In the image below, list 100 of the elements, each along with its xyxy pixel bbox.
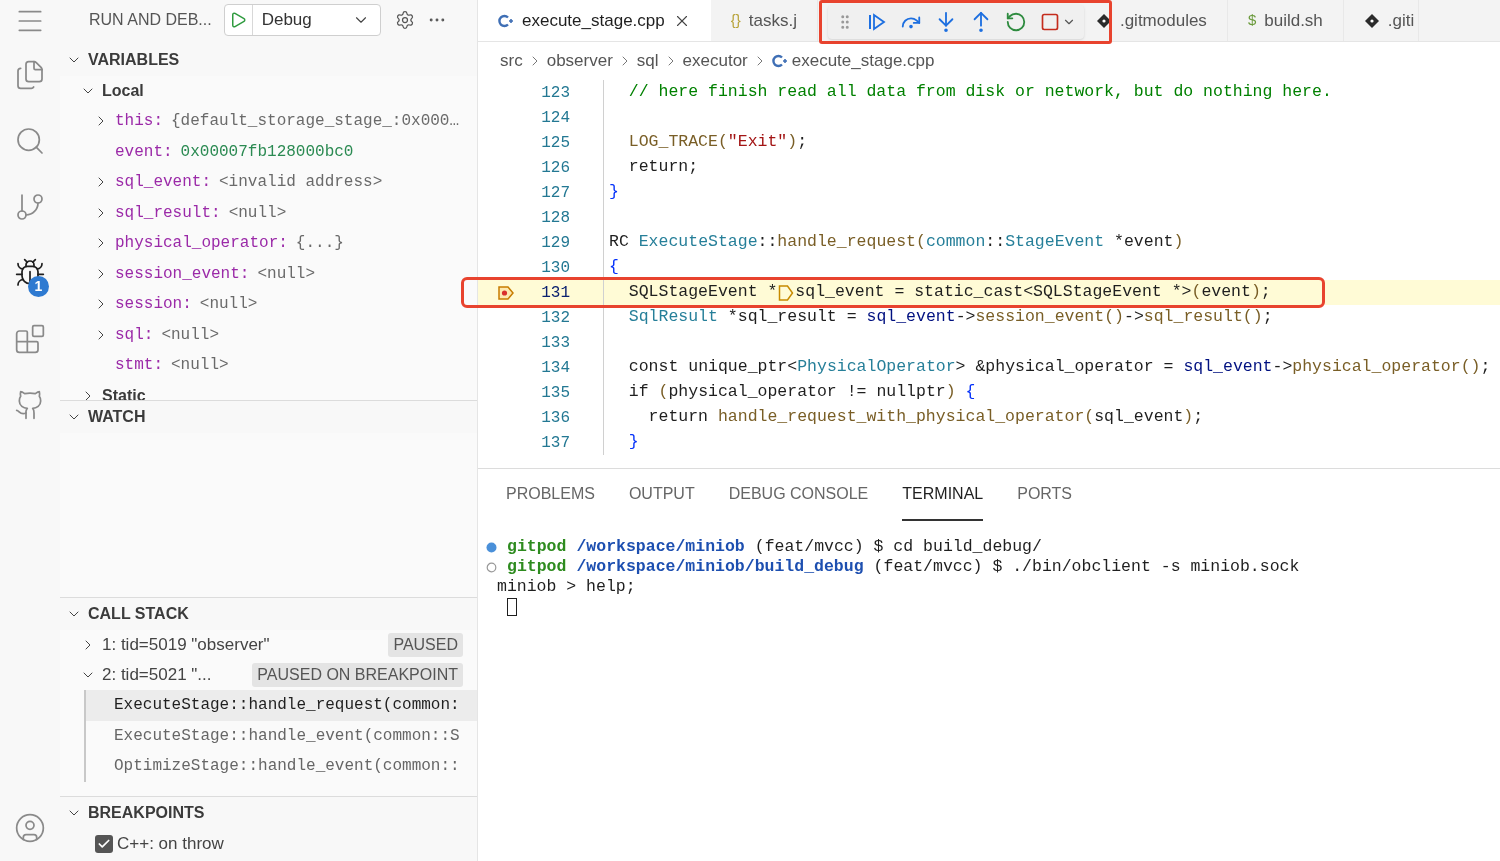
variable-value: {...} xyxy=(295,233,344,255)
view-title: RUN AND DEB... xyxy=(89,10,212,30)
panel-tab[interactable]: PORTS xyxy=(1017,469,1073,521)
files-icon[interactable] xyxy=(14,59,46,91)
debug-config-select[interactable]: Debug xyxy=(223,4,381,36)
status-dot-icon[interactable] xyxy=(486,541,497,553)
stack-frame[interactable]: ExecuteStage::handle_request(common: xyxy=(86,690,477,721)
panel-tab[interactable]: PROBLEMS xyxy=(506,469,595,521)
variable-value: <invalid address> xyxy=(219,172,383,194)
line-number: 136 xyxy=(540,407,570,429)
code-line: return; xyxy=(627,156,699,179)
variable-value: <null> xyxy=(257,263,316,285)
thread-label[interactable]: 2: tid=5021 "... xyxy=(102,662,212,688)
variable-name[interactable]: sql: xyxy=(115,322,154,347)
panel-tab[interactable]: OUTPUT xyxy=(628,469,695,521)
variable-value: 0x00007fb128000bc0 xyxy=(180,141,354,163)
line-number: 124 xyxy=(540,107,570,129)
code-line: if (physical_operator != nullptr) { xyxy=(627,381,976,404)
code-line: } xyxy=(609,181,619,204)
terminal-user: gitpod xyxy=(507,535,568,558)
line-number: 133 xyxy=(540,332,570,354)
line-number: 123 xyxy=(540,82,570,104)
code-line: SqlResult *sql_result = sql_event->session_event()->sql_result(); xyxy=(627,306,1273,329)
file-type-icon: $ xyxy=(1247,9,1257,32)
restart-icon[interactable] xyxy=(1005,11,1027,33)
line-number: 132 xyxy=(540,307,570,329)
line-number: 135 xyxy=(540,382,570,404)
code-line: } xyxy=(627,431,639,454)
continue-icon[interactable] xyxy=(867,12,887,32)
bug-icon[interactable] xyxy=(14,257,46,289)
line-number: 125 xyxy=(540,132,570,154)
breadcrumb-item[interactable]: sql xyxy=(636,48,659,74)
code-line: SQLStageEvent * xyxy=(627,281,778,304)
breadcrumb-item[interactable]: executor xyxy=(682,48,748,74)
section-header[interactable]: WATCH xyxy=(88,405,146,429)
section-header[interactable]: VARIABLES xyxy=(88,48,180,72)
panel-tab[interactable]: DEBUG CONSOLE xyxy=(728,469,869,521)
code-line: return handle_request_with_physical_operator(sql_event); xyxy=(647,406,1204,429)
line-number: 128 xyxy=(540,207,570,229)
line-number: 130 xyxy=(540,257,570,279)
variable-name[interactable]: session_event: xyxy=(115,261,250,286)
settings-icon[interactable] xyxy=(394,10,415,30)
stop-icon[interactable] xyxy=(1040,12,1060,32)
code-line: { xyxy=(609,256,619,279)
variable-name[interactable]: event: xyxy=(115,139,173,164)
variable-name[interactable]: stmt: xyxy=(115,353,163,378)
cpp-file-icon xyxy=(771,53,788,69)
blocks-icon[interactable] xyxy=(14,323,46,355)
account-icon[interactable] xyxy=(14,812,46,844)
inline-breakpoint-icon[interactable] xyxy=(778,283,795,302)
scope-label[interactable]: Local xyxy=(102,79,144,103)
code-line: sql_event = static_cast<SQLStageEvent *>(event); xyxy=(795,281,1271,304)
terminal-user: gitpod xyxy=(507,555,568,578)
terminal-text: miniob > help; xyxy=(497,575,636,598)
scope-label[interactable]: Static xyxy=(102,383,146,400)
breakpoint-arrow-icon[interactable] xyxy=(497,283,515,302)
status-tag: PAUSED xyxy=(388,633,463,657)
variable-value: <null> xyxy=(161,324,219,346)
breadcrumb-item[interactable]: observer xyxy=(546,48,613,74)
variable-value: <null> xyxy=(228,202,287,224)
variable-name[interactable]: sql_result: xyxy=(115,200,221,225)
section-header[interactable]: BREAKPOINTS xyxy=(88,801,205,825)
code-line: RC ExecuteStage::handle_request(common::StageEvent *event) xyxy=(609,231,1184,254)
variable-name[interactable]: sql_event: xyxy=(115,170,211,195)
terminal-path: /workspace/miniob xyxy=(576,535,745,558)
thread-label[interactable]: 1: tid=5019 "observer" xyxy=(102,632,270,658)
play-icon[interactable] xyxy=(229,11,248,29)
variable-name[interactable]: this: xyxy=(115,109,163,134)
status-tag: PAUSED ON BREAKPOINT xyxy=(252,663,463,687)
line-number: 137 xyxy=(540,432,570,454)
count-badge: 1 xyxy=(28,276,49,297)
panel-tab[interactable]: TERMINAL xyxy=(902,469,984,521)
breakpoint-label: C++: on throw xyxy=(117,833,224,856)
branch-icon[interactable] xyxy=(14,191,46,223)
file-type-icon: {} xyxy=(730,9,741,32)
status-ring-icon[interactable] xyxy=(486,561,497,573)
check-icon xyxy=(97,837,111,851)
variable-value: <null> xyxy=(199,294,258,316)
variable-name[interactable]: session: xyxy=(115,292,192,317)
code-line: LOG_TRACE("Exit"); xyxy=(627,131,808,154)
checkbox[interactable] xyxy=(95,835,113,853)
line-number: 129 xyxy=(540,232,570,254)
editor-tab[interactable]: execute_stage.cpp xyxy=(478,0,711,41)
line-number: 131 xyxy=(540,282,570,304)
code-line: // here finish read all data from disk or network, but do nothing here. xyxy=(627,81,1332,104)
line-number: 126 xyxy=(540,157,570,179)
line-number: 134 xyxy=(540,357,570,379)
variable-value: {default_storage_stage_:0x000… xyxy=(171,111,460,133)
stack-frame[interactable]: ExecuteStage::handle_event(common::S xyxy=(86,720,477,751)
terminal-text: (feat/mvcc) $ cd build_debug/ xyxy=(754,535,1042,558)
breadcrumb-item[interactable]: src xyxy=(500,48,523,74)
search-icon[interactable] xyxy=(14,125,46,157)
variable-value: <null> xyxy=(171,355,229,377)
stack-frame[interactable]: OptimizeStage::handle_event(common:: xyxy=(86,751,477,782)
breadcrumb-item[interactable]: execute_stage.cpp xyxy=(791,48,935,74)
variable-name[interactable]: physical_operator: xyxy=(115,231,288,256)
terminal-path: /workspace/miniob/build_debug xyxy=(576,555,864,578)
line-number: 127 xyxy=(540,182,570,204)
code-line: const unique_ptr<PhysicalOperator> &physical_operator = sql_event->physical_operator(); xyxy=(627,356,1491,379)
section-header[interactable]: CALL STACK xyxy=(88,602,189,626)
